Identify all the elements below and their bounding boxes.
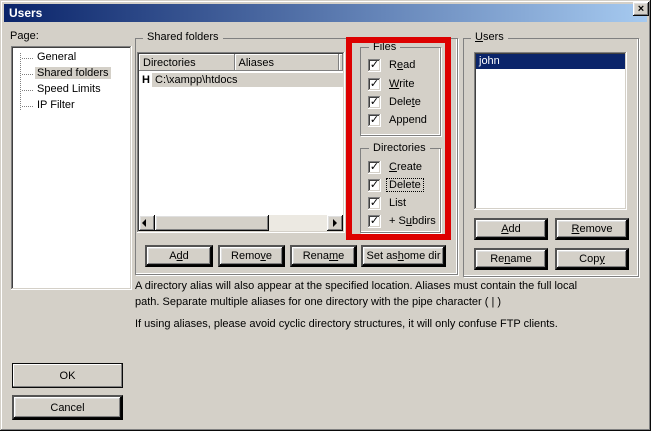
rename-user-button[interactable]: Rename bbox=[474, 248, 548, 270]
directories-list: Directories Aliases H C:\xampp\htdocs bbox=[137, 52, 345, 233]
cancel-button[interactable]: Cancel bbox=[12, 395, 123, 420]
shared-folders-group-label: Shared folders bbox=[143, 31, 223, 44]
close-button[interactable]: × bbox=[633, 2, 649, 16]
users-list: john bbox=[474, 52, 627, 210]
list-checkbox[interactable]: ✓ bbox=[368, 197, 381, 210]
write-checkbox[interactable]: ✓ bbox=[368, 78, 381, 91]
remove-user-button[interactable]: Remove bbox=[555, 218, 629, 240]
check-icon: ✓ bbox=[370, 96, 379, 107]
user-name: john bbox=[479, 55, 500, 67]
check-icon: ✓ bbox=[370, 197, 379, 208]
copy-user-button[interactable]: Copy bbox=[555, 248, 629, 270]
remove-folder-button[interactable]: Remove bbox=[218, 245, 285, 267]
create-checkbox[interactable]: ✓ bbox=[368, 161, 381, 174]
checkbox-row-read[interactable]: ✓ Read bbox=[368, 58, 417, 72]
checkbox-row-delete-dir[interactable]: ✓ Delete bbox=[368, 178, 423, 192]
add-folder-button[interactable]: Add bbox=[145, 245, 213, 267]
directory-path: C:\xampp\htdocs bbox=[152, 73, 343, 87]
page-tree: General Shared folders Speed Limits IP F… bbox=[11, 46, 132, 290]
checkbox-row-delete-file[interactable]: ✓ Delete bbox=[368, 95, 423, 109]
column-header-directories[interactable]: Directories bbox=[139, 54, 235, 71]
scroll-left-icon bbox=[142, 219, 146, 227]
check-icon: ✓ bbox=[370, 59, 379, 70]
check-icon: ✓ bbox=[370, 179, 379, 190]
tree-stub bbox=[22, 106, 33, 107]
sidebar-item-shared-folders[interactable]: Shared folders bbox=[13, 66, 130, 82]
directories-group-label: Directories bbox=[369, 142, 430, 155]
scrollbar-track[interactable] bbox=[269, 215, 327, 231]
rename-folder-button[interactable]: Rename bbox=[290, 245, 357, 267]
window-title: Users bbox=[9, 6, 42, 20]
page-label: Page: bbox=[10, 30, 39, 42]
set-home-dir-button[interactable]: Set as home dir bbox=[361, 245, 446, 267]
alias-note-line3: If using aliases, please avoid cyclic di… bbox=[135, 318, 558, 330]
checkbox-row-append[interactable]: ✓ Append bbox=[368, 113, 429, 127]
list-header: Directories Aliases bbox=[139, 54, 343, 71]
alias-note-line2: path. Separate multiple aliases for one … bbox=[135, 296, 501, 308]
user-row-john[interactable]: john bbox=[476, 54, 625, 69]
append-checkbox[interactable]: ✓ bbox=[368, 114, 381, 127]
ok-button[interactable]: OK bbox=[12, 363, 123, 388]
scrollbar-thumb[interactable] bbox=[155, 215, 269, 231]
directories-permissions-group: Directories ✓ Create ✓ Delete ✓ List ✓ +… bbox=[360, 148, 441, 233]
checkbox-row-write[interactable]: ✓ Write bbox=[368, 77, 416, 91]
subdirs-checkbox[interactable]: ✓ bbox=[368, 215, 381, 228]
sidebar-item-ip-filter[interactable]: IP Filter bbox=[13, 98, 130, 114]
directory-row[interactable]: H C:\xampp\htdocs bbox=[139, 71, 343, 88]
files-group-label: Files bbox=[369, 41, 400, 54]
tree-stub bbox=[22, 90, 33, 91]
scroll-right-button[interactable] bbox=[327, 215, 343, 231]
read-checkbox[interactable]: ✓ bbox=[368, 59, 381, 72]
column-header-aliases[interactable]: Aliases bbox=[235, 54, 339, 71]
home-dir-flag: H bbox=[139, 74, 152, 86]
scroll-left-button[interactable] bbox=[139, 215, 155, 231]
users-group-label: Users bbox=[471, 31, 508, 44]
alias-note-line1: A directory alias will also appear at th… bbox=[135, 280, 577, 292]
close-icon: × bbox=[638, 4, 644, 15]
tree-stub bbox=[22, 58, 33, 59]
delete-file-checkbox[interactable]: ✓ bbox=[368, 96, 381, 109]
users-dialog: Users × Page: General Shared folders Spe… bbox=[0, 0, 651, 431]
checkbox-row-list[interactable]: ✓ List bbox=[368, 196, 408, 210]
add-user-button[interactable]: Add bbox=[474, 218, 548, 240]
tree-stub bbox=[22, 74, 33, 75]
check-icon: ✓ bbox=[370, 114, 379, 125]
files-permissions-group: Files ✓ Read ✓ Write ✓ Delete ✓ Append bbox=[360, 47, 441, 136]
delete-dir-checkbox[interactable]: ✓ bbox=[368, 179, 381, 192]
check-icon: ✓ bbox=[370, 161, 379, 172]
sidebar-item-general[interactable]: General bbox=[13, 50, 130, 66]
check-icon: ✓ bbox=[370, 215, 379, 226]
checkbox-row-subdirs[interactable]: ✓ + Subdirs bbox=[368, 214, 438, 228]
sidebar-item-speed-limits[interactable]: Speed Limits bbox=[13, 82, 130, 98]
title-bar[interactable]: Users bbox=[4, 4, 647, 22]
horizontal-scrollbar[interactable] bbox=[139, 215, 343, 231]
scroll-right-icon bbox=[333, 219, 337, 227]
column-header-stub bbox=[339, 54, 343, 71]
check-icon: ✓ bbox=[370, 78, 379, 89]
checkbox-row-create[interactable]: ✓ Create bbox=[368, 160, 424, 174]
